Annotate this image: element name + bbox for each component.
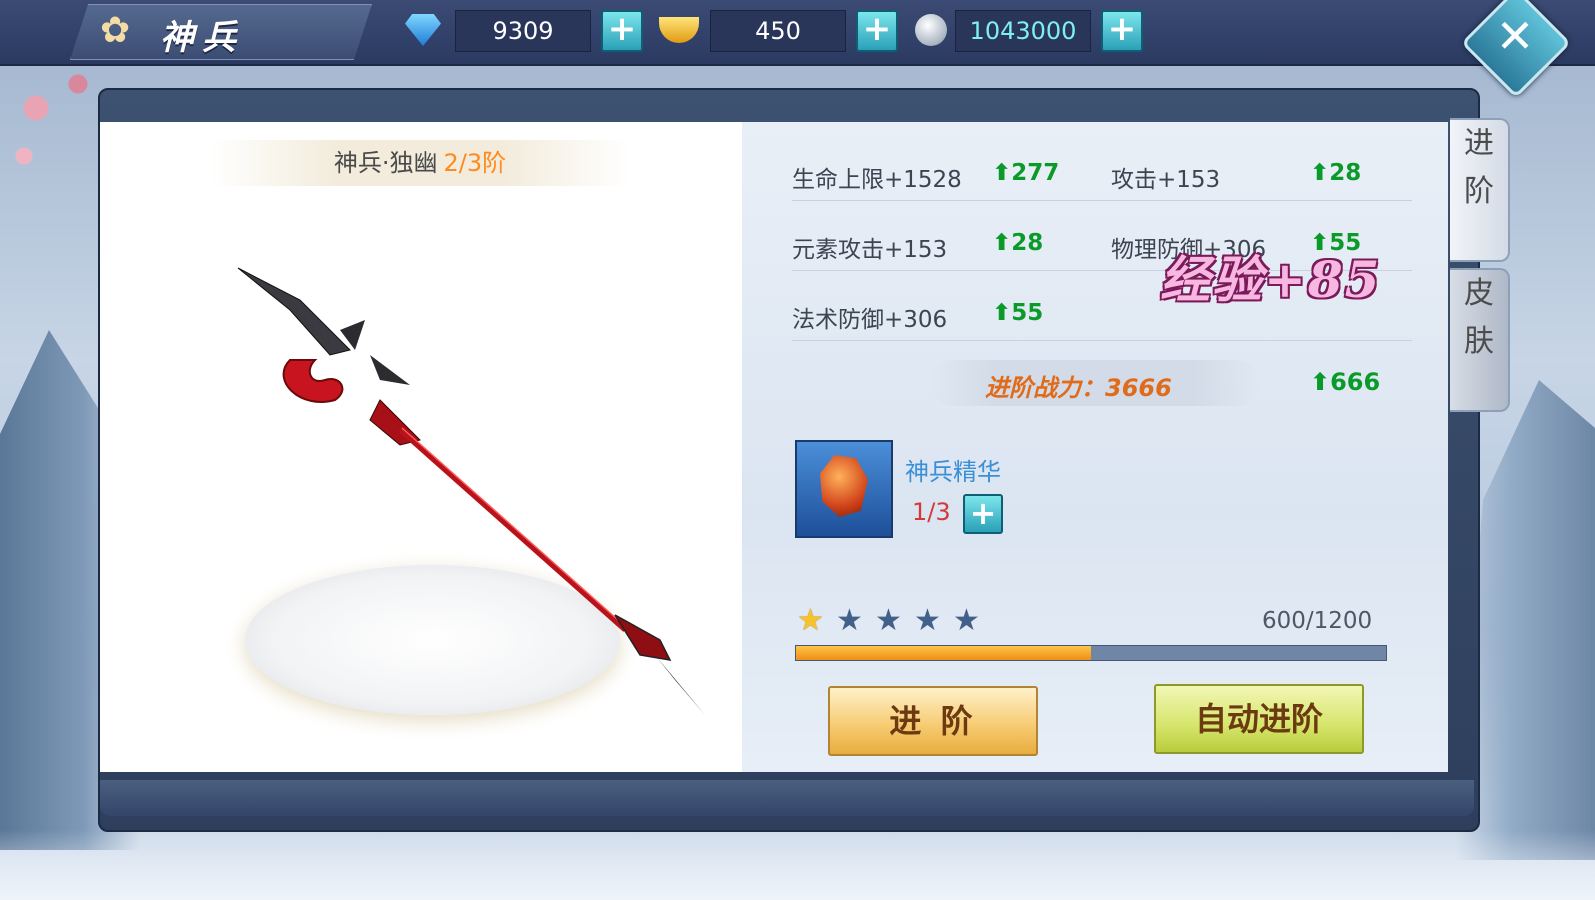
- exp-bar-fill: [796, 646, 1091, 660]
- tab-skin-char-1: 皮: [1464, 276, 1494, 311]
- advance-power: 进阶战力：3666: [985, 374, 1172, 402]
- add-gold-button[interactable]: +: [856, 10, 898, 52]
- exp-bar: [795, 645, 1387, 661]
- stat-hp-gain: ⬆277: [992, 160, 1060, 186]
- advance-button[interactable]: 进 阶: [828, 686, 1038, 756]
- advance-power-gain: ⬆666: [1310, 368, 1381, 396]
- stat-attack: 攻击+153: [1111, 167, 1221, 193]
- silver-count: 1043000: [955, 10, 1091, 52]
- tab-advance-char-1: 进: [1464, 126, 1494, 161]
- weapon-title: 神兵·独幽 2/3阶: [210, 140, 630, 186]
- stat-attack-gain-value: 28: [1329, 160, 1362, 186]
- stat-element-attack: 元素攻击+153: [792, 237, 948, 263]
- star-icon: ★: [836, 603, 863, 638]
- stat-magic-defense-gain-value: 55: [1011, 300, 1044, 326]
- tab-advance[interactable]: 进 阶: [1450, 118, 1510, 262]
- material-count: 1/3: [912, 498, 951, 526]
- stat-element-attack-gain: ⬆28: [992, 230, 1044, 256]
- weapon-name: 神兵·独幽: [333, 149, 438, 177]
- cloud-decoration: [0, 830, 1595, 900]
- stat-hp-gain-value: 277: [1011, 160, 1060, 186]
- stat-magic-defense-gain: ⬆55: [992, 300, 1044, 326]
- tab-skin[interactable]: 皮 肤: [1450, 268, 1510, 412]
- spear-illustration: [237, 267, 705, 715]
- gold-ingot-icon: [658, 10, 700, 50]
- stat-element-attack-gain-value: 28: [1011, 230, 1044, 256]
- add-diamond-button[interactable]: +: [601, 10, 643, 52]
- frame-bottom-bar: [100, 780, 1474, 816]
- flower-icon: ✿: [100, 10, 131, 51]
- divider: [792, 340, 1412, 341]
- star-icon: ★: [875, 603, 902, 638]
- stat-attack-gain: ⬆28: [1310, 160, 1362, 186]
- close-icon[interactable]: ✕: [1491, 12, 1539, 60]
- page-title: 神兵: [160, 18, 244, 58]
- tab-skin-char-2: 肤: [1464, 324, 1494, 359]
- star-icon: ★: [797, 603, 824, 638]
- diamond-icon: [402, 10, 444, 50]
- material-name: 神兵精华: [905, 458, 1001, 486]
- stat-hp: 生命上限+1528: [792, 167, 962, 193]
- auto-advance-button[interactable]: 自动进阶: [1154, 684, 1364, 754]
- gold-count: 450: [710, 10, 846, 52]
- exp-text: 600/1200: [1262, 608, 1373, 634]
- diamond-count: 9309: [455, 10, 591, 52]
- divider: [792, 200, 1412, 201]
- silver-coin-icon: [910, 10, 952, 50]
- exp-gain-popup: 经验+85: [1160, 250, 1382, 309]
- add-material-button[interactable]: +: [963, 494, 1003, 534]
- advance-power-gain-value: 666: [1330, 368, 1381, 396]
- tab-advance-char-2: 阶: [1464, 174, 1494, 209]
- star-icon: ★: [953, 603, 980, 638]
- weapon-rank: 2/3阶: [443, 149, 507, 177]
- stat-magic-defense: 法术防御+306: [792, 307, 948, 333]
- star-icon: ★: [914, 603, 941, 638]
- add-silver-button[interactable]: +: [1101, 10, 1143, 52]
